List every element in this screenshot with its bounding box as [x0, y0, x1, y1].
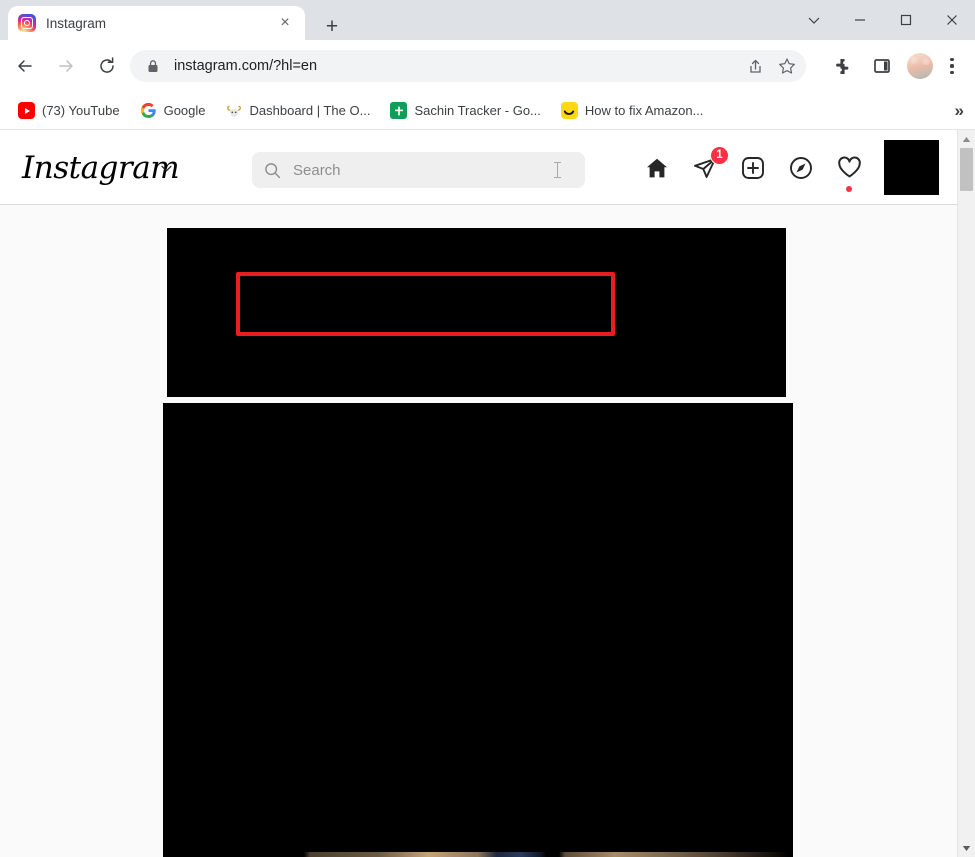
- google-sheets-icon: [390, 102, 408, 119]
- messages-badge: 1: [710, 145, 729, 165]
- new-tab-button[interactable]: +: [318, 12, 346, 40]
- nav-home-icon[interactable]: [644, 155, 670, 181]
- nav-new-post-icon[interactable]: [740, 155, 766, 181]
- search-input[interactable]: Search: [252, 152, 585, 188]
- search-placeholder: Search: [293, 161, 341, 179]
- page-scrollbar[interactable]: [957, 130, 975, 857]
- stories-tray-redacted: [167, 228, 786, 397]
- bookmark-label: (73) YouTube: [42, 103, 120, 118]
- profile-avatar[interactable]: [884, 140, 939, 195]
- bookmarks-bar: (73) YouTube Google Dashboard | The O...: [0, 92, 975, 130]
- forward-button[interactable]: [50, 50, 82, 82]
- instagram-header: Instagram Search 1: [0, 130, 957, 205]
- google-icon: [140, 102, 157, 119]
- bookmark-label: Sachin Tracker - Go...: [414, 103, 541, 118]
- back-button[interactable]: [9, 50, 41, 82]
- bookmark-label: How to fix Amazon...: [584, 103, 704, 118]
- amazon-icon: [560, 102, 578, 119]
- viking-icon: [226, 102, 243, 119]
- star-icon[interactable]: [774, 53, 800, 79]
- activity-indicator-dot: [846, 185, 852, 192]
- bookmark-sachin-tracker[interactable]: Sachin Tracker - Go...: [382, 98, 548, 124]
- nav-messages-icon[interactable]: 1: [692, 145, 729, 181]
- maximize-icon[interactable]: [883, 0, 929, 40]
- page-viewport: Instagram Search 1: [0, 130, 975, 857]
- bookmark-google[interactable]: Google: [132, 98, 214, 124]
- three-dot-menu[interactable]: [938, 50, 966, 82]
- browser-tab-instagram[interactable]: Instagram ×: [8, 6, 305, 40]
- bookmark-youtube[interactable]: (73) YouTube: [10, 98, 128, 124]
- scroll-thumb[interactable]: [960, 148, 973, 191]
- chrome-profile-avatar[interactable]: [907, 53, 933, 79]
- puzzle-icon[interactable]: [826, 50, 858, 82]
- chevron-down-icon[interactable]: [791, 0, 837, 40]
- instagram-logo[interactable]: Instagram: [22, 150, 180, 186]
- nav-explore-icon[interactable]: [788, 155, 814, 181]
- search-icon: [264, 162, 281, 179]
- toolbar-right-actions: [822, 50, 971, 82]
- instagram-favicon: [18, 14, 36, 32]
- reload-button[interactable]: [91, 50, 123, 82]
- address-bar[interactable]: instagram.com/?hl=en: [130, 50, 806, 82]
- close-icon[interactable]: ×: [275, 13, 295, 33]
- feed-post-redacted: [163, 403, 793, 857]
- window-controls: [791, 0, 975, 40]
- instagram-nav: 1: [644, 130, 939, 205]
- side-panel-icon[interactable]: [866, 50, 898, 82]
- bookmarks-overflow-button[interactable]: »: [955, 101, 965, 121]
- tab-title: Instagram: [46, 15, 107, 31]
- feed-image-sliver: [167, 852, 789, 857]
- minimize-icon[interactable]: [837, 0, 883, 40]
- scroll-down-arrow[interactable]: [958, 839, 975, 857]
- chevron-down-icon[interactable]: [160, 162, 173, 180]
- close-window-icon[interactable]: [929, 0, 975, 40]
- browser-toolbar: instagram.com/?hl=en: [0, 40, 975, 92]
- lock-icon: [144, 57, 162, 75]
- nav-activity-icon[interactable]: [836, 155, 862, 192]
- browser-title-bar: Instagram × +: [0, 0, 975, 40]
- bookmark-label: Dashboard | The O...: [249, 103, 371, 118]
- scroll-up-arrow[interactable]: [958, 130, 975, 148]
- text-cursor: [554, 162, 561, 178]
- bookmark-dashboard[interactable]: Dashboard | The O...: [218, 98, 379, 124]
- bookmark-label: Google: [163, 103, 206, 118]
- bookmark-amazon-fix[interactable]: How to fix Amazon...: [553, 98, 712, 124]
- share-icon[interactable]: [742, 53, 768, 79]
- url-text: instagram.com/?hl=en: [174, 58, 318, 74]
- youtube-icon: [18, 102, 35, 119]
